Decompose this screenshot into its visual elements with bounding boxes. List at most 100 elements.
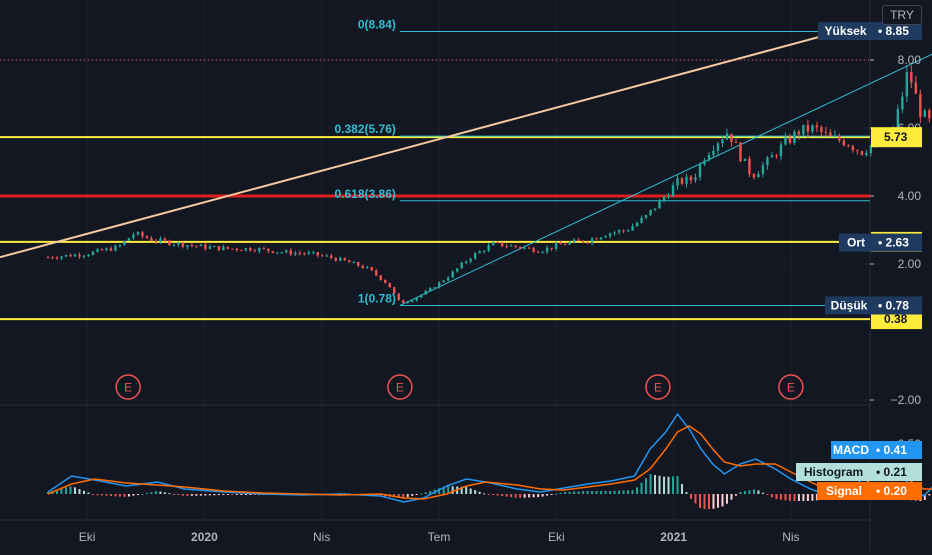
candle-body	[802, 124, 805, 135]
candle-body	[919, 93, 922, 117]
histogram-bar	[721, 494, 724, 507]
histogram-bar	[716, 494, 719, 508]
histogram-bar	[681, 484, 684, 494]
histogram-bar	[779, 494, 782, 500]
candle-body	[712, 150, 715, 155]
histogram-bar	[73, 487, 76, 494]
candle-body	[730, 133, 733, 143]
candle-body	[109, 248, 113, 251]
candle-body	[361, 265, 364, 269]
candle-body	[550, 247, 553, 249]
histogram-bar	[627, 490, 630, 494]
histogram-bar	[555, 493, 558, 495]
candle-body	[415, 297, 418, 301]
histogram-bar	[667, 476, 670, 494]
candle-body	[366, 267, 369, 269]
histogram-bar	[928, 494, 931, 496]
candle-body	[631, 226, 634, 231]
candle-body	[860, 151, 864, 155]
histogram-bar	[492, 494, 495, 495]
candle-body	[509, 245, 513, 247]
candle-body	[559, 243, 562, 245]
candle-body	[667, 196, 670, 198]
histogram-bar	[109, 494, 112, 497]
histogram-bar	[145, 493, 148, 495]
histogram-bar	[136, 494, 139, 495]
candle-body	[779, 144, 783, 157]
candle-body	[464, 261, 468, 263]
macd-badge-value: • 0.41	[876, 443, 907, 457]
histogram-bar	[159, 491, 162, 494]
histogram-bar	[127, 494, 130, 497]
candle-body	[280, 252, 284, 254]
candle-body	[694, 177, 697, 181]
histogram-bar	[181, 494, 184, 496]
histogram-bar	[168, 493, 171, 495]
candle-body	[339, 257, 342, 261]
histogram-bar	[766, 494, 769, 495]
candle-body	[469, 258, 472, 262]
time-axis-label: 2021	[660, 530, 687, 544]
candle-body	[64, 254, 68, 257]
candle-body	[437, 282, 441, 288]
histogram-bar	[244, 494, 247, 495]
histogram-bar	[208, 494, 211, 496]
histogram-bar	[550, 494, 553, 495]
price-badge-name: Düşük	[831, 298, 868, 312]
candle-body	[429, 287, 432, 291]
candle-body	[446, 277, 450, 281]
histogram-bar	[523, 494, 526, 498]
histogram-bar	[568, 491, 571, 494]
candle-body	[271, 251, 275, 253]
histogram-bar	[636, 487, 639, 494]
currency-badge[interactable]: TRY	[882, 5, 922, 25]
candle-body	[168, 240, 171, 246]
candle-body	[127, 238, 131, 241]
candle-body	[276, 252, 279, 254]
candle-body	[294, 252, 297, 255]
candle-body	[253, 250, 257, 252]
histogram-bar	[91, 494, 94, 495]
candle-body	[851, 146, 855, 151]
price-axis-label: 4.00	[898, 189, 922, 203]
candle-body	[204, 244, 207, 249]
histogram-bar	[474, 490, 477, 494]
candle-body	[554, 243, 558, 249]
candle-body	[249, 248, 252, 251]
price-badge-name: Ort	[847, 236, 865, 250]
histogram-bar	[618, 490, 621, 494]
candle-body	[424, 290, 427, 295]
price-badge-name: Yüksek	[824, 24, 866, 38]
candle-body	[662, 197, 666, 201]
histogram-bar	[514, 494, 517, 498]
histogram-bar	[784, 494, 787, 501]
candle-body	[833, 135, 837, 137]
histogram-bar	[622, 490, 625, 494]
fib-level-label: 1(0.78)	[358, 291, 396, 305]
histogram-bar	[586, 491, 589, 494]
candle-body	[222, 246, 225, 251]
candle-body	[500, 242, 504, 247]
histogram-bar	[172, 494, 175, 495]
histogram-bar	[150, 492, 153, 494]
histogram-bar	[595, 491, 598, 494]
candle-body	[590, 238, 594, 243]
price-axis-label: −2.00	[891, 393, 922, 407]
candle-body	[599, 237, 603, 240]
candle-body	[653, 208, 657, 210]
histogram-bar	[501, 494, 504, 497]
histogram-bar	[752, 489, 755, 494]
candle-body	[910, 71, 913, 83]
price-axis-label: 2.00	[898, 257, 922, 271]
histogram-bar	[123, 494, 126, 497]
time-axis-label: Eki	[79, 530, 96, 544]
candle-body	[357, 262, 360, 266]
histogram-bar	[213, 494, 216, 496]
earnings-label: E	[787, 381, 795, 395]
candle-body	[316, 252, 319, 256]
histogram-bar	[141, 493, 144, 495]
histogram-bar	[64, 487, 67, 494]
histogram-bar	[600, 491, 603, 494]
candle-body	[806, 124, 810, 132]
chart-svg: 0(8.84) 0.382(5.76) 0.618(3.86) 1(0.78) E E E E…	[0, 0, 932, 550]
